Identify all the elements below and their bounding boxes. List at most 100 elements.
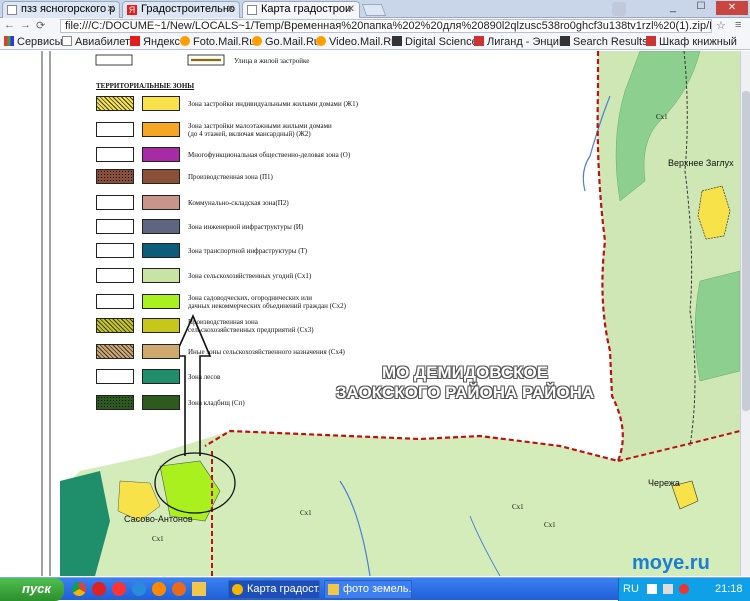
apps-icon bbox=[4, 36, 14, 46]
legend-swatch-color bbox=[142, 169, 180, 184]
legend-swatch-color bbox=[142, 195, 180, 210]
bookmark-item[interactable]: Лиганд - Энцик bbox=[474, 35, 564, 49]
close-tab-icon[interactable]: ✕ bbox=[347, 2, 355, 17]
browser-tab-bar: пзз ясногорского р ✕ Я Градостроительно … bbox=[0, 0, 750, 19]
vertical-scrollbar[interactable] bbox=[740, 51, 750, 576]
document-icon bbox=[7, 5, 17, 15]
bookmark-label: Go.Mail.Ru bbox=[265, 36, 321, 48]
bookmark-label: Лиганд - Энцик bbox=[487, 36, 564, 48]
legend-swatch-pattern bbox=[96, 169, 134, 184]
legend-swatch-pattern bbox=[96, 395, 134, 410]
user-icon[interactable] bbox=[612, 2, 626, 16]
legend-swatch-pattern bbox=[96, 268, 134, 283]
taskbar-button-label: Карта градост... bbox=[247, 583, 320, 595]
volume-icon[interactable] bbox=[663, 584, 673, 594]
mail-icon bbox=[180, 36, 190, 46]
yandex-quicklaunch-icon[interactable] bbox=[112, 582, 126, 596]
bookmark-item[interactable]: Foto.Mail.Ru bbox=[180, 35, 255, 49]
legend-swatch-color bbox=[142, 395, 180, 410]
address-bar-row: ← → ⟳ file:///C:/DOCUME~1/New/LOCALS~1/T… bbox=[0, 18, 750, 34]
scrollbar-thumb[interactable] bbox=[742, 91, 750, 411]
bookmark-item[interactable]: Search Results - bbox=[560, 35, 654, 49]
bookmark-label: Авиабилеты bbox=[75, 36, 139, 48]
start-label: пуск bbox=[22, 581, 51, 596]
tab-label: пзз ясногорского р bbox=[21, 3, 116, 15]
legend-swatch-pattern bbox=[96, 318, 134, 333]
legend-label: Зона кладбищ (Сп) bbox=[188, 399, 245, 407]
bookmark-label: Digital Science bbox=[405, 36, 478, 48]
back-icon[interactable]: ← bbox=[4, 19, 15, 31]
legend-road-swatch bbox=[95, 54, 133, 66]
close-tab-icon[interactable]: ✕ bbox=[227, 2, 235, 17]
tab-gradostroitelno[interactable]: Я Градостроительно ✕ bbox=[122, 1, 240, 18]
ligand-icon bbox=[474, 36, 484, 46]
legend-swatch-color bbox=[142, 369, 180, 384]
new-tab-button[interactable] bbox=[361, 4, 387, 16]
legend-swatch-color bbox=[142, 122, 180, 137]
bookmark-icon bbox=[646, 36, 656, 46]
search-results-icon bbox=[560, 36, 570, 46]
bookmark-item[interactable]: Шкаф книжный bbox=[646, 35, 737, 49]
document-icon bbox=[62, 36, 72, 46]
media-quicklaunch-icon[interactable] bbox=[152, 582, 166, 596]
antivirus-icon[interactable] bbox=[679, 584, 689, 594]
taskbar-button-karta[interactable]: Карта градост... bbox=[228, 580, 320, 599]
ds-icon bbox=[392, 36, 402, 46]
zone-code-label: Сх1 bbox=[152, 535, 164, 543]
close-tab-icon[interactable]: ✕ bbox=[107, 2, 115, 17]
bookmark-label: Search Results - bbox=[573, 36, 655, 48]
page-content[interactable]: Улица в жилой застройке ТЕРРИТОРИАЛЬНЫЕ … bbox=[0, 51, 740, 576]
language-indicator[interactable]: RU bbox=[623, 578, 639, 600]
village-label-verkhnee: Верхнее Заглух bbox=[668, 158, 734, 168]
legend-label-line2: сельскохозяйственных предприятий (Сх3) bbox=[188, 326, 314, 334]
bookmark-item[interactable]: Сервисы bbox=[4, 35, 63, 49]
legend-swatch-color bbox=[142, 344, 180, 359]
legend-label: Многофункциональная общественно-деловая … bbox=[188, 151, 351, 159]
reload-icon[interactable]: ⟳ bbox=[36, 19, 45, 32]
url-field[interactable]: file:///C:/DOCUME~1/New/LOCALS~1/Temp/Вр… bbox=[60, 19, 712, 33]
zone-code-label: Сх1 bbox=[544, 521, 556, 529]
menu-icon[interactable]: ≡ bbox=[735, 19, 741, 31]
map-region-title: МО ДЕМИДОВСКОЕ ЗАОКСКОГО РАЙОНА РАЙОНА bbox=[300, 363, 630, 403]
tab-pzz[interactable]: пзз ясногорского р ✕ bbox=[2, 1, 120, 18]
maximize-button[interactable]: ☐ bbox=[688, 1, 714, 15]
bookmark-item[interactable]: Video.Mail.Ru bbox=[316, 35, 397, 49]
chrome-quicklaunch-icon[interactable] bbox=[72, 582, 86, 596]
taskbar-button-foto[interactable]: фото земель... bbox=[324, 580, 412, 599]
legend-label: Иные зоны сельскохозяйственного назначен… bbox=[188, 348, 345, 356]
tab-karta[interactable]: Карта градострои ✕ bbox=[242, 1, 360, 19]
forward-icon[interactable]: → bbox=[20, 19, 31, 31]
legend-swatch-color bbox=[142, 268, 180, 283]
legend-label: Зона инженерной инфраструктуры (И) bbox=[188, 223, 304, 231]
legend-swatch-pattern bbox=[96, 243, 134, 258]
legend-swatch-color bbox=[142, 318, 180, 333]
bookmarks-bar: Сервисы Авиабилеты Яндекс Foto.Mail.Ru G… bbox=[0, 34, 750, 50]
bookmark-label: Foto.Mail.Ru bbox=[193, 36, 256, 48]
tab-label: Градостроительно bbox=[141, 3, 236, 15]
ie-quicklaunch-icon[interactable] bbox=[132, 582, 146, 596]
minimize-button[interactable]: _ bbox=[660, 1, 686, 15]
legend-swatch-color bbox=[142, 219, 180, 234]
bookmark-label: Яндекс bbox=[143, 36, 180, 48]
star-icon[interactable]: ☆ bbox=[716, 19, 726, 32]
legend-label: Зона сельскохозяйственных угодий (Сх1) bbox=[188, 272, 312, 280]
bookmark-item[interactable]: Авиабилеты bbox=[62, 35, 138, 49]
firefox-quicklaunch-icon[interactable] bbox=[172, 582, 186, 596]
start-button[interactable]: пуск bbox=[0, 578, 64, 601]
close-window-button[interactable]: ✕ bbox=[716, 1, 748, 15]
bookmark-label: Video.Mail.Ru bbox=[329, 36, 398, 48]
bookmark-item[interactable]: Go.Mail.Ru bbox=[252, 35, 320, 49]
annotation-arrow bbox=[173, 314, 212, 456]
system-tray: RU 21:18 bbox=[618, 578, 750, 601]
folder-quicklaunch-icon[interactable] bbox=[192, 582, 206, 596]
watermark: moye.ru bbox=[632, 552, 710, 574]
legend-label-line2: дачных некоммерческих объединений гражда… bbox=[188, 302, 346, 310]
bookmark-item[interactable]: Яндекс bbox=[130, 35, 180, 49]
legend-label: Зона садоводческих, огороднических или bbox=[188, 294, 312, 302]
network-icon[interactable] bbox=[647, 584, 657, 594]
region-title-line-1: МО ДЕМИДОВСКОЕ bbox=[381, 363, 549, 382]
bookmark-item[interactable]: Digital Science bbox=[392, 35, 478, 49]
opera-quicklaunch-icon[interactable] bbox=[92, 582, 106, 596]
legend-swatch-pattern bbox=[96, 344, 134, 359]
clock: 21:18 bbox=[715, 583, 743, 595]
